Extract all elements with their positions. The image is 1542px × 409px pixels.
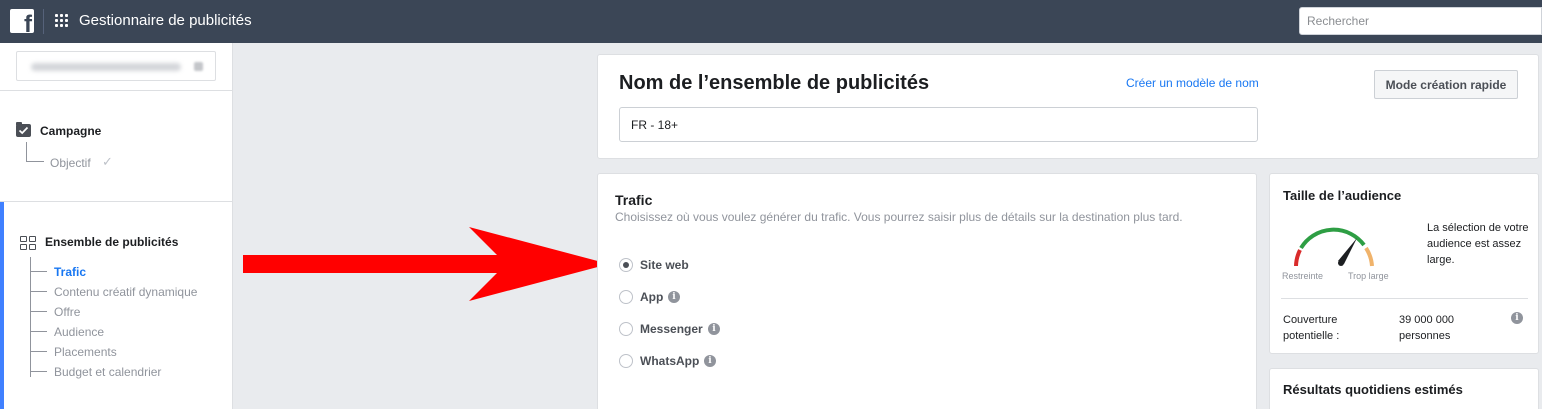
redacted-account-name: [31, 63, 181, 71]
sidebar: Campagne Objectif ✓ Ensemble de publicit…: [0, 43, 233, 409]
radio-button[interactable]: [619, 322, 633, 336]
redacted-icon: [194, 62, 203, 71]
tree-connector: [30, 271, 47, 272]
app-title[interactable]: Gestionnaire de publicités: [79, 12, 252, 29]
sidebar-item-placements[interactable]: Placements: [54, 345, 117, 359]
tree-connector: [30, 351, 47, 352]
gauge-max-label: Trop large: [1348, 271, 1389, 281]
check-icon: ✓: [102, 154, 113, 169]
gauge-min-label: Restreinte: [1282, 271, 1324, 281]
sidebar-item-ad-set[interactable]: Ensemble de publicités: [45, 235, 178, 249]
tree-connector: [30, 371, 47, 372]
tree-connector: [26, 142, 44, 162]
info-icon[interactable]: i: [708, 323, 720, 335]
create-name-template-link[interactable]: Créer un modèle de nom: [1126, 76, 1259, 90]
facebook-logo-icon[interactable]: f: [10, 9, 34, 33]
ad-set-name-input[interactable]: [619, 107, 1258, 142]
traffic-title: Trafic: [615, 192, 653, 208]
audience-gauge-icon: [1294, 227, 1374, 267]
radio-button[interactable]: [619, 354, 633, 368]
coverage-label: Couverture potentielle :: [1283, 314, 1340, 342]
account-selector[interactable]: [16, 51, 216, 81]
traffic-card: Trafic Choisissez où vous voulez générer…: [597, 173, 1257, 409]
apps-grid-icon[interactable]: [55, 14, 69, 28]
tree-connector: [30, 257, 31, 377]
quick-creation-mode-button[interactable]: Mode création rapide: [1374, 70, 1518, 99]
sidebar-item-traffic[interactable]: Trafic: [54, 265, 86, 279]
estimated-results-card: Résultats quotidiens estimés: [1269, 368, 1539, 409]
audience-size-card: Taille de l’audience Restreinte Trop lar…: [1269, 173, 1539, 354]
option-label[interactable]: Site web: [640, 258, 689, 272]
info-icon[interactable]: i: [704, 355, 716, 367]
ad-set-name-card: Nom de l’ensemble de publicités Créer un…: [597, 54, 1539, 159]
sidebar-item-audience[interactable]: Audience: [54, 325, 104, 339]
tree-connector: [30, 291, 47, 292]
radio-button[interactable]: [619, 258, 633, 272]
folder-check-icon: [16, 122, 31, 137]
ad-set-name-title: Nom de l’ensemble de publicités: [619, 72, 930, 94]
sidebar-divider: [0, 90, 232, 91]
radio-button[interactable]: [619, 290, 633, 304]
option-label[interactable]: App: [640, 290, 663, 304]
audience-size-title: Taille de l’audience: [1283, 188, 1402, 203]
info-icon[interactable]: i: [668, 291, 680, 303]
sidebar-item-dynamic-creative[interactable]: Contenu créatif dynamique: [54, 285, 197, 299]
sidebar-item-objective[interactable]: Objectif: [50, 156, 91, 170]
sidebar-item-budget-schedule[interactable]: Budget et calendrier: [54, 365, 161, 379]
top-bar: f Gestionnaire de publicités: [0, 0, 1542, 43]
option-label[interactable]: Messenger: [640, 322, 703, 336]
coverage-value: 39 000 000 personnes: [1399, 314, 1455, 342]
traffic-description: Choisissez où vous voulez générer du tra…: [615, 210, 1183, 224]
tree-connector: [30, 311, 47, 312]
audience-summary: La sélection de votre audience est assez…: [1427, 222, 1529, 266]
sidebar-item-offer[interactable]: Offre: [54, 305, 80, 319]
estimated-results-title: Résultats quotidiens estimés: [1283, 382, 1463, 397]
topbar-divider: [43, 9, 44, 34]
ad-set-grid-icon: [20, 236, 36, 250]
active-section-indicator: [0, 202, 4, 409]
red-arrow-annotation: [243, 227, 609, 301]
sidebar-item-campaign[interactable]: Campagne: [40, 124, 101, 138]
audience-divider: [1281, 298, 1528, 299]
option-label[interactable]: WhatsApp: [640, 354, 699, 368]
sidebar-divider: [0, 201, 232, 202]
info-icon[interactable]: i: [1511, 312, 1523, 324]
search-input[interactable]: [1299, 7, 1542, 35]
tree-connector: [30, 331, 47, 332]
